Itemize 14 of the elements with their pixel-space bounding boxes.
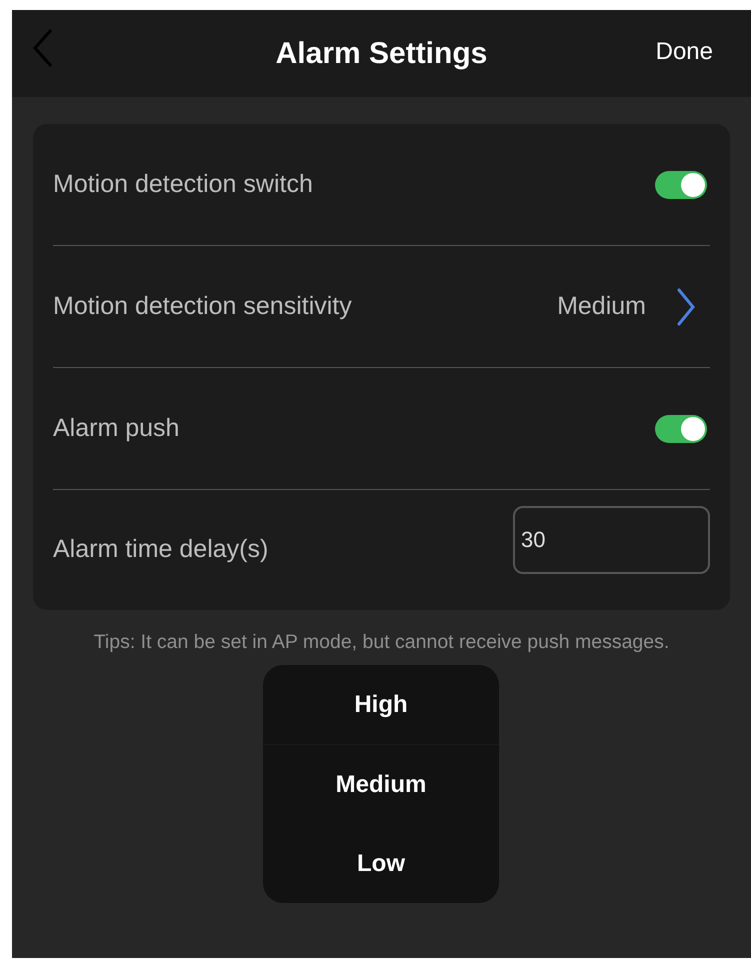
setting-label: Motion detection sensitivity <box>53 290 353 322</box>
picker-option[interactable]: Medium <box>263 745 499 824</box>
tips-text: Tips: It can be set in AP mode, but cannot receive push messages. <box>92 630 670 655</box>
chevron-right-icon[interactable] <box>676 288 696 326</box>
input-field[interactable]: 30 <box>513 506 710 574</box>
setting-value: Medium <box>557 290 646 322</box>
picker-option[interactable]: Low <box>263 824 499 903</box>
page-title: Alarm Settings <box>276 36 488 72</box>
setting-label: Alarm push <box>53 412 180 444</box>
done-button[interactable]: Done <box>652 30 717 74</box>
toggle-switch[interactable] <box>655 414 707 442</box>
setting-label: Alarm time delay(s) <box>53 534 270 566</box>
setting-label: Motion detection switch <box>53 168 314 200</box>
toggle-switch[interactable] <box>655 170 707 198</box>
